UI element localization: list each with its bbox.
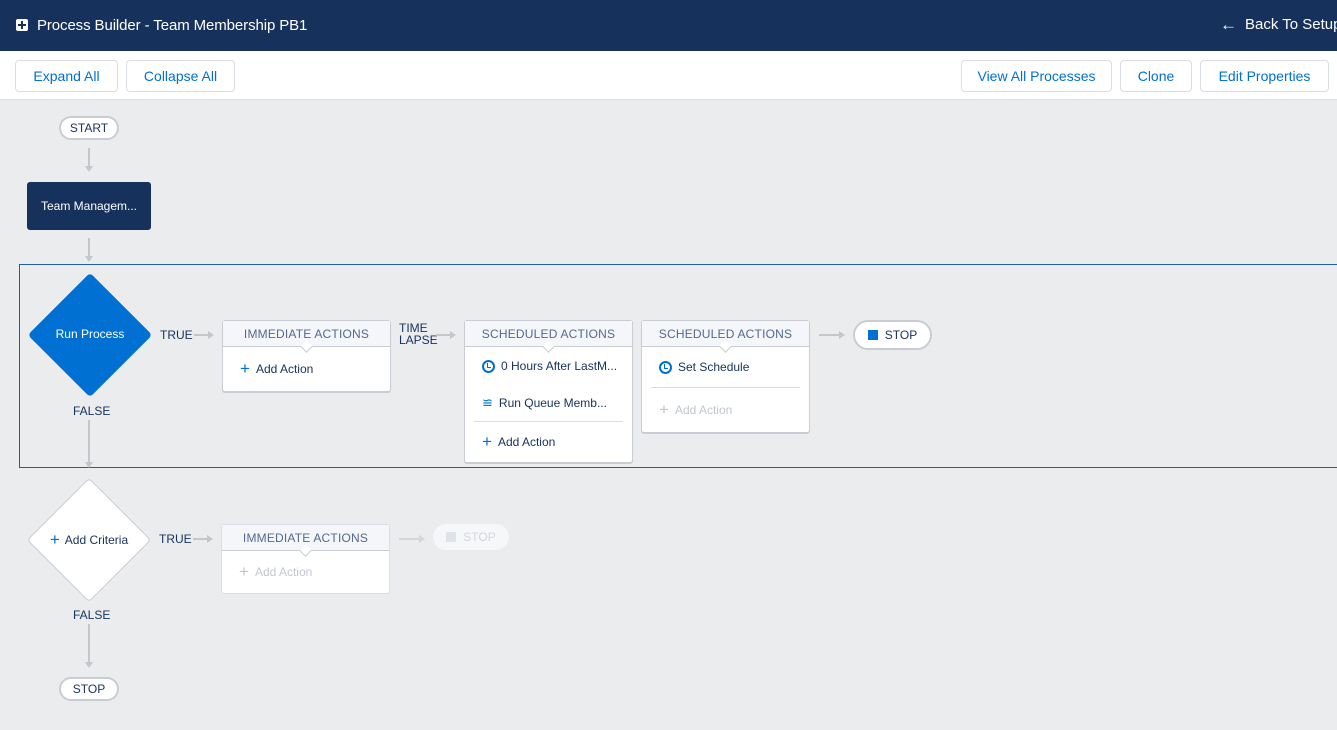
action-label: Run Queue Memb... <box>498 396 607 410</box>
stop-node: STOP <box>853 320 932 350</box>
connector <box>88 420 90 462</box>
set-schedule-label: Set Schedule <box>678 360 750 374</box>
action-item[interactable]: ≌ Run Queue Memb... <box>465 385 632 421</box>
time-lapse-line2: LAPSE <box>399 333 438 347</box>
connector <box>88 624 90 662</box>
schedule-label: 0 Hours After LastM... <box>501 359 618 373</box>
flow-icon: ≌ <box>482 395 493 410</box>
add-action-button[interactable]: + Add Action <box>465 422 632 462</box>
clock-icon <box>659 360 672 374</box>
connector <box>436 334 450 336</box>
stop-node-disabled: STOP <box>433 524 509 550</box>
back-to-setup-label: Back To Setup <box>1245 16 1337 33</box>
plus-icon: + <box>482 432 492 451</box>
expand-all-button[interactable]: Expand All <box>15 60 118 92</box>
arrow-right-icon <box>208 331 214 339</box>
arrow-down-icon <box>85 166 93 172</box>
set-schedule-item[interactable]: Set Schedule <box>642 347 809 387</box>
add-criteria-label: Add Criteria <box>64 533 129 547</box>
scheduled-actions-card-2: SCHEDULED ACTIONS Set Schedule + Add Act… <box>641 320 810 433</box>
immediate-actions-card-2: IMMEDIATE ACTIONS + Add Action <box>221 524 390 594</box>
true-label: TRUE <box>159 532 192 546</box>
stop-label: STOP <box>463 530 496 544</box>
add-action-label: Add Action <box>497 435 556 449</box>
false-label: FALSE <box>73 608 111 622</box>
scheduled-actions-header: SCHEDULED ACTIONS <box>642 321 809 347</box>
add-action-label: Add Action <box>254 565 313 579</box>
toolbar: Expand All Collapse All View All Process… <box>0 51 1337 100</box>
process-canvas: START Team Managem... Run Process TRUE I… <box>0 100 1337 730</box>
arrow-down-icon <box>85 662 93 668</box>
add-action-button-disabled: + Add Action <box>222 551 389 593</box>
add-action-label: Add Action <box>674 403 733 417</box>
edit-properties-button[interactable]: Edit Properties <box>1200 60 1329 92</box>
arrow-down-icon <box>85 256 93 262</box>
connector <box>88 238 90 256</box>
connector <box>819 334 839 336</box>
app-header: Process Builder - Team Membership PB1 ← … <box>0 0 1337 51</box>
arrow-right-icon <box>839 331 845 339</box>
connector <box>193 538 207 540</box>
process-builder-icon <box>16 19 28 31</box>
page-title: Process Builder - Team Membership PB1 <box>37 17 308 34</box>
back-to-setup-link[interactable]: ← Back To Setup <box>1220 16 1337 33</box>
immediate-actions-card: IMMEDIATE ACTIONS + Add Action <box>222 320 391 392</box>
add-action-button-disabled: + Add Action <box>642 388 809 432</box>
scheduled-actions-card-1: SCHEDULED ACTIONS 0 Hours After LastM...… <box>464 320 633 463</box>
collapse-all-button[interactable]: Collapse All <box>126 60 235 92</box>
arrow-right-icon <box>207 535 213 543</box>
arrow-right-icon <box>419 535 425 543</box>
stop-icon <box>867 330 878 340</box>
time-lapse-label: TIME LAPSE <box>399 322 438 346</box>
connector <box>194 334 208 336</box>
arrow-left-icon: ← <box>1220 15 1237 34</box>
false-label: FALSE <box>73 404 111 418</box>
start-node: START <box>59 116 119 140</box>
plus-icon: + <box>239 562 249 581</box>
add-criteria-button[interactable]: + Add Criteria <box>28 530 150 550</box>
plus-icon: + <box>49 530 60 549</box>
clone-button[interactable]: Clone <box>1120 60 1192 92</box>
criteria-label: Run Process <box>55 327 125 341</box>
end-stop-node: STOP <box>59 677 119 701</box>
stop-icon <box>446 532 457 542</box>
arrow-down-icon <box>85 462 93 468</box>
clock-icon <box>482 359 495 373</box>
object-node[interactable]: Team Managem... <box>27 182 151 230</box>
view-all-processes-button[interactable]: View All Processes <box>961 60 1112 92</box>
stop-label: STOP <box>884 328 918 342</box>
add-action-label: Add Action <box>255 362 314 376</box>
plus-icon: + <box>659 400 669 419</box>
arrow-right-icon <box>450 331 456 339</box>
connector <box>88 148 90 166</box>
plus-icon: + <box>240 359 250 378</box>
add-action-button[interactable]: + Add Action <box>223 347 390 391</box>
scheduled-actions-header: SCHEDULED ACTIONS <box>465 321 632 347</box>
immediate-actions-header: IMMEDIATE ACTIONS <box>222 525 389 551</box>
true-label: TRUE <box>160 328 193 342</box>
immediate-actions-header: IMMEDIATE ACTIONS <box>223 321 390 347</box>
connector <box>399 538 419 540</box>
